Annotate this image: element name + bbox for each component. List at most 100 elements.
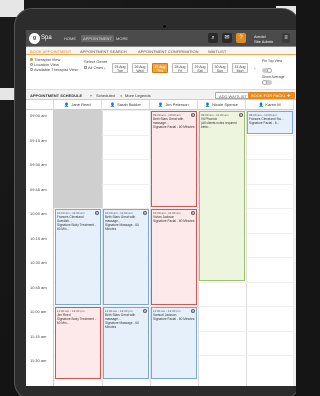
time-label: 11:15 am	[30, 333, 47, 339]
therapist-name: Jane Reed	[71, 102, 91, 107]
appointment-card[interactable]: 10:00 am - 11:00 am Vivian Jackson Signatu…	[151, 209, 197, 305]
legend-icon: ●	[120, 93, 123, 98]
appointment-count: 1	[239, 113, 243, 117]
date-box[interactable]: 25 Aug Tue	[112, 63, 128, 73]
date-weekday: Sat	[197, 69, 203, 73]
appointment-card[interactable]: 11:00 am - 12:00 pm Jim Reed Signature Bod…	[55, 307, 101, 379]
service-name: Signature Facial - 60 Minutes	[153, 125, 195, 129]
therapist-name: Karen M	[265, 102, 281, 107]
add-waitlist-button[interactable]: ADD WAITLIST	[215, 92, 251, 99]
service-name: Signature Body Treatment - 60 Min...	[57, 317, 96, 325]
user-role: Site Admin	[254, 39, 274, 44]
show-average-label: Show Average	[262, 75, 285, 79]
appointment-count: 1	[191, 211, 195, 215]
date-weekday: Thu	[156, 69, 164, 73]
time-label: 09:15 am	[30, 137, 47, 143]
unavailable-block	[54, 110, 102, 208]
appointment-card[interactable]: 10:00 am - 11:00 am Frances Cleveland Swe…	[55, 209, 101, 305]
date-box[interactable]: 30 Aug Sun	[212, 63, 228, 73]
page: g Spa HOME APPOINTMENT MORE ⌕ ✉ ? Arnold…	[0, 0, 296, 396]
appointment-card[interactable]: 11:00 am - 12:00 pm Samuel Jackson Signatu…	[151, 307, 197, 379]
date-box[interactable]: 31 Aug Mon	[232, 63, 248, 73]
service-name: Signature Body Treatment - 60 Min...	[57, 223, 96, 231]
nav-appointment[interactable]: APPOINTMENT	[81, 35, 114, 42]
help-icon[interactable]: ?	[236, 33, 246, 43]
chevron-right-icon[interactable]: ›	[254, 66, 256, 72]
therapist-name: Nicole Spence	[212, 102, 238, 107]
tab-appointment-confirmation[interactable]: APPOINTMENT CONFIRMATION	[138, 49, 199, 54]
available-therapist-label: Available Therapist View	[34, 67, 78, 72]
chevron-down-icon[interactable]: ▾	[90, 93, 92, 98]
pin-top-toggle[interactable]	[262, 68, 272, 73]
pin-top-view-label: Pin Top View	[262, 59, 283, 63]
time-label: 09:45 am	[30, 186, 47, 192]
user-icon: 👤	[158, 102, 164, 107]
date-weekday: Sun	[216, 69, 224, 73]
date-box[interactable]: 28 Aug Fri	[172, 63, 188, 73]
show-average-toggle[interactable]	[262, 80, 272, 85]
appointment-card[interactable]: 11:00 am - 12:00 pm Beth Stars Great with…	[103, 307, 149, 379]
expand-icon[interactable]: ✚	[285, 92, 293, 99]
tab-appointment-search[interactable]: APPOINTMENT SEARCH	[80, 49, 127, 54]
date-box[interactable]: 29 Aug Sat	[192, 63, 208, 73]
notification-icon[interactable]: ✉	[222, 33, 232, 43]
time-label: 10:45 am	[30, 284, 47, 290]
filter-panel: Therapist View Location View Available T…	[26, 55, 296, 90]
available-therapist-radio[interactable]: Available Therapist View	[30, 67, 78, 72]
appointment-count: 1	[143, 211, 147, 215]
therapist-name: Sarah Bickler	[117, 102, 141, 107]
menu-icon[interactable]: ≡	[282, 33, 290, 43]
time-label: 11:00 am	[30, 309, 47, 314]
nav-more[interactable]: MORE	[114, 35, 130, 42]
user-icon: 👤	[64, 102, 70, 107]
appointment-count: 1	[95, 211, 99, 215]
client-name: Frances Cleveland Swedish...	[57, 215, 84, 223]
search-icon[interactable]: ⌕	[208, 33, 218, 43]
scheduled-label: Scheduled	[96, 93, 115, 98]
appointment-card[interactable]: 09:00 am - 10:00 am Frances Cleveland Sw.…	[247, 111, 293, 134]
service-name: Signature Massage - 60 Minutes	[105, 321, 139, 329]
tab-book-appointment[interactable]: BOOK APPOINTMENT	[30, 49, 71, 54]
nav-home[interactable]: HOME	[62, 35, 78, 42]
date-weekday: Tue	[117, 69, 123, 73]
time-column-header	[26, 100, 54, 110]
user-info[interactable]: Arnold Site Admin	[254, 34, 273, 44]
top-bar: g Spa HOME APPOINTMENT MORE ⌕ ✉ ? Arnold…	[26, 30, 296, 47]
scrollbar[interactable]	[293, 110, 296, 386]
therapist-header[interactable]: 👤 Karen M	[246, 100, 294, 110]
service-name: Signature Facial - 60 Minutes	[153, 219, 195, 223]
schedule-grid: 09:00 am - 10:00 am Beth Stars Great with…	[54, 110, 296, 386]
therapist-header[interactable]: 👤 Nicole Spence	[198, 100, 246, 110]
more-legends-link[interactable]: More Legends	[125, 93, 151, 98]
therapist-header[interactable]: 👤 Jane Reed	[54, 100, 102, 110]
therapist-header[interactable]: 👤 Jim Peterson	[150, 100, 198, 110]
logo-icon: g	[29, 33, 40, 44]
date-box[interactable]: 26 Aug Wed	[132, 63, 148, 73]
user-icon: 👤	[205, 102, 211, 107]
appointment-card[interactable]: 10:00 am - 11:00 am Beth Stars Great with…	[103, 209, 149, 305]
appointment-count: 1	[143, 309, 147, 313]
time-label: 09:00 am	[30, 113, 47, 118]
date-weekday: Fri	[177, 69, 183, 73]
client-name: Beth Stars Great with massage...	[105, 313, 136, 321]
date-box[interactable]: 27 Aug Thu	[152, 63, 168, 73]
therapist-header[interactable]: 👤 Sarah Bickler	[102, 100, 150, 110]
user-icon: 👤	[258, 102, 264, 107]
client-name: Beth Stars Great with massage...	[153, 117, 184, 125]
schedule-title: APPOINTMENT SCHEDULE	[30, 93, 83, 98]
chevron-left-icon[interactable]: ‹	[104, 66, 106, 72]
user-icon: 👤	[110, 102, 116, 107]
therapist-name: Jim Peterson	[165, 102, 189, 107]
service-name: Signature Facial - 6...	[249, 121, 280, 125]
appointment-card[interactable]: 09:00 am - 11:00 am Vit Phoenix (All clien…	[199, 111, 245, 281]
service-name: Signature Massage - 60 Minutes	[105, 223, 139, 231]
appointment-count: 1	[191, 113, 195, 117]
all-ones-checkbox[interactable]: All Ones	[84, 65, 103, 70]
sub-navigation: BOOK APPOINTMENT APPOINTMENT SEARCH APPO…	[26, 47, 296, 55]
camera-icon	[162, 24, 167, 29]
appointment-card[interactable]: 09:00 am - 10:00 am Beth Stars Great with…	[151, 111, 197, 207]
time-label: 10:30 am	[30, 260, 47, 265]
time-label: 10:00 am	[30, 211, 47, 216]
tab-waitlist[interactable]: WAITLIST	[208, 49, 226, 54]
select-genre-label: Select Genre	[84, 59, 108, 64]
